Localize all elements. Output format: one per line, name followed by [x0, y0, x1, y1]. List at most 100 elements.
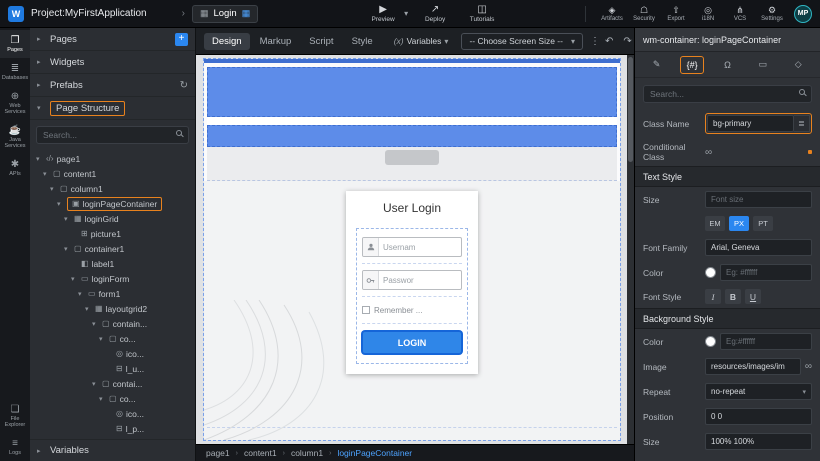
unit-pt-button[interactable]: PT — [753, 216, 773, 231]
tree-item-label1[interactable]: ◧label1 — [30, 256, 195, 271]
undo-icon[interactable]: ↶ — [605, 36, 613, 47]
rail-item-databases[interactable]: ≣Databases — [0, 58, 30, 86]
topbar-tool-artifacts[interactable]: ◈Artifacts — [597, 5, 627, 22]
apps-grid-icon[interactable]: ▦ — [242, 8, 251, 19]
login-page-container-widget[interactable]: User Login Usernam — [204, 181, 620, 440]
tree-item-contai[interactable]: ▾▢contai... — [30, 376, 195, 391]
login-form-card[interactable]: User Login Usernam — [346, 191, 478, 374]
nav-row-widget[interactable] — [207, 147, 617, 181]
tree-item-loginGrid[interactable]: ▾▦loginGrid — [30, 211, 195, 226]
breadcrumb-item-column1[interactable]: column1 — [291, 448, 323, 458]
chevron-down-icon[interactable]: ▾ — [71, 275, 78, 283]
username-field[interactable]: Usernam — [362, 237, 462, 257]
topbar-tool-settings[interactable]: ⚙Settings — [757, 5, 787, 22]
preview-dropdown-icon[interactable]: ▾ — [404, 9, 408, 18]
unit-px-button[interactable]: PX — [729, 216, 749, 231]
tree-item-l_u[interactable]: ⊟l_u... — [30, 361, 195, 376]
bg-position-input[interactable] — [705, 408, 812, 425]
login-button[interactable]: LOGIN — [363, 332, 461, 353]
class-list-button[interactable]: ≣ — [794, 115, 810, 132]
scrollbar-thumb[interactable] — [628, 57, 633, 162]
user-avatar[interactable]: MP — [794, 5, 812, 23]
wavemaker-logo[interactable]: W — [8, 6, 24, 22]
add-page-button[interactable]: + — [175, 33, 188, 46]
tab-style[interactable]: Style — [344, 33, 381, 50]
inspector-search-input[interactable] — [643, 85, 812, 103]
topbar-tool-security[interactable]: ☖Security — [629, 5, 659, 22]
tree-item-layoutgrid2[interactable]: ▾▦layoutgrid2 — [30, 301, 195, 316]
tab-script[interactable]: Script — [301, 33, 341, 50]
tree-item-ico[interactable]: ◎ico... — [30, 346, 195, 361]
link-icon[interactable]: ∞ — [705, 147, 712, 158]
subheader-container-widget[interactable] — [207, 125, 617, 147]
deploy-button[interactable]: ↗ Deploy — [415, 5, 455, 23]
font-style-u-button[interactable]: U — [745, 289, 761, 304]
tab-markup[interactable]: Markup — [252, 33, 300, 50]
breadcrumb-item-content1[interactable]: content1 — [244, 448, 277, 458]
chevron-down-icon[interactable]: ▾ — [57, 200, 64, 208]
tree-item-column1[interactable]: ▾▢column1 — [30, 181, 195, 196]
preview-button[interactable]: ▶ Preview — [363, 5, 403, 23]
page-tab-login[interactable]: ▦ Login ▦ — [192, 5, 258, 23]
section-pages[interactable]: ▸ Pages + — [30, 28, 195, 51]
redo-icon[interactable]: ↷ — [623, 36, 631, 47]
inspector-tab-snap[interactable]: Ω — [715, 56, 739, 74]
canvas-scrollbar[interactable] — [627, 55, 634, 444]
chevron-down-icon[interactable]: ▾ — [36, 155, 43, 163]
tree-item-ico[interactable]: ◎ico... — [30, 406, 195, 421]
topbar-tool-i18n[interactable]: ◎i18N — [693, 5, 723, 22]
font-style-i-button[interactable]: I — [705, 289, 721, 304]
structure-search-input[interactable] — [36, 126, 189, 144]
background-style-header[interactable]: Background Style — [635, 308, 820, 329]
class-name-input[interactable] — [707, 115, 794, 132]
chevron-down-icon[interactable]: ▾ — [64, 215, 71, 223]
section-variables[interactable]: ▸ Variables — [30, 439, 195, 461]
tree-item-contain[interactable]: ▾▢contain... — [30, 316, 195, 331]
remember-me-widget[interactable]: Remember ... — [362, 303, 462, 317]
password-field[interactable]: Passwor — [362, 270, 462, 290]
inspector-tab-layout[interactable]: ▭ — [751, 56, 775, 74]
nav-toggle-widget[interactable] — [385, 150, 439, 165]
chevron-down-icon[interactable]: ▾ — [99, 335, 106, 343]
breadcrumb-item-page1[interactable]: page1 — [206, 448, 230, 458]
rail-item-web-services[interactable]: ⊕Web Services — [0, 86, 30, 120]
inspector-tab-security[interactable]: ◇ — [786, 56, 810, 74]
form-title[interactable]: User Login — [356, 201, 468, 215]
tree-item-loginForm[interactable]: ▾▭loginForm — [30, 271, 195, 286]
chevron-down-icon[interactable]: ▾ — [85, 305, 92, 313]
inspector-tab-styles[interactable]: {#} — [680, 56, 704, 74]
rail-item-java-services[interactable]: ☕Java Services — [0, 120, 30, 154]
chevron-down-icon[interactable]: ▾ — [92, 380, 99, 388]
section-page-structure[interactable]: ▾ Page Structure — [30, 97, 195, 120]
screen-size-select[interactable]: -- Choose Screen Size -- ▾ — [461, 33, 583, 50]
inspector-tab-properties[interactable]: ✎ — [645, 56, 669, 74]
tree-item-page1[interactable]: ▾‹/›page1 — [30, 151, 195, 166]
tree-item-l_p[interactable]: ⊟l_p... — [30, 421, 195, 436]
tree-item-form1[interactable]: ▾▭form1 — [30, 286, 195, 301]
tree-item-co[interactable]: ▾▢co... — [30, 331, 195, 346]
chevron-down-icon[interactable]: ▾ — [78, 290, 85, 298]
chevron-down-icon[interactable]: ▾ — [92, 320, 99, 328]
topbar-tool-vcs[interactable]: ⋔VCS — [725, 5, 755, 22]
variables-button[interactable]: (x) Variables ▾ — [394, 36, 449, 46]
unit-em-button[interactable]: EM — [705, 216, 725, 231]
tutorials-button[interactable]: ◫ Tutorials — [462, 5, 502, 23]
bg-image-input[interactable] — [705, 358, 801, 375]
topbar-tool-export[interactable]: ⇧Export — [661, 5, 691, 22]
font-style-b-button[interactable]: B — [725, 289, 741, 304]
tree-item-co[interactable]: ▾▢co... — [30, 391, 195, 406]
header-container-widget[interactable] — [207, 67, 617, 117]
text-style-header[interactable]: Text Style — [635, 166, 820, 187]
remember-checkbox[interactable] — [362, 306, 370, 314]
font-family-input[interactable] — [705, 239, 812, 256]
rail-item-pages[interactable]: ❐Pages — [0, 30, 30, 58]
tree-item-picture1[interactable]: ⊞picture1 — [30, 226, 195, 241]
page-canvas[interactable]: User Login Usernam — [204, 59, 620, 440]
bg-repeat-select[interactable]: no-repeat ▾ — [705, 383, 812, 400]
font-size-input[interactable] — [705, 191, 812, 208]
section-prefabs[interactable]: ▸ Prefabs ↻ — [30, 74, 195, 97]
text-color-input[interactable] — [720, 264, 812, 281]
color-swatch[interactable] — [705, 336, 716, 347]
chevron-down-icon[interactable]: ▾ — [50, 185, 57, 193]
chevron-down-icon[interactable]: ▾ — [99, 395, 106, 403]
